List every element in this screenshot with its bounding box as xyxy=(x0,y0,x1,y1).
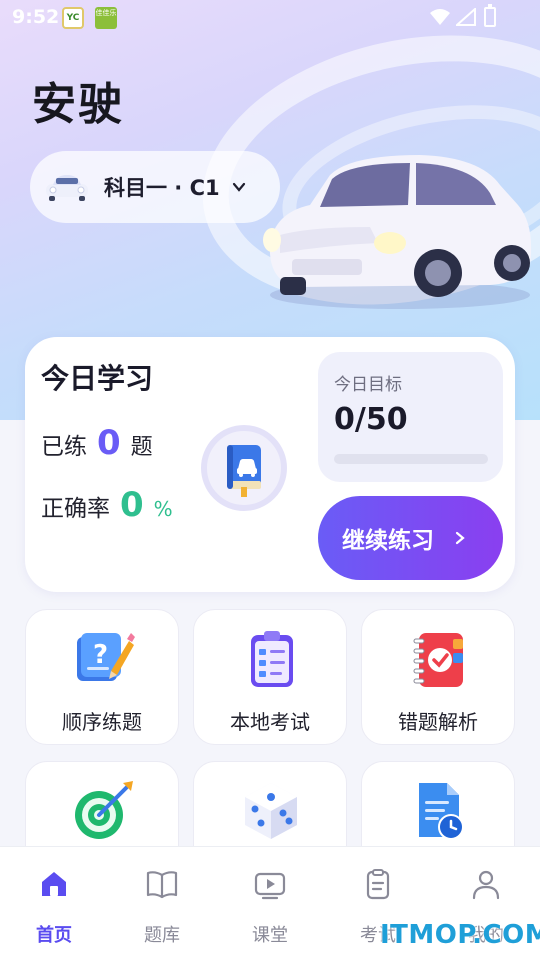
practiced-value: 0 xyxy=(97,423,121,463)
goal-label: 今日目标 xyxy=(334,375,402,395)
status-bar: 9:52 YC 佳佳乐 xyxy=(0,0,540,36)
tile-label: 错题解析 xyxy=(398,710,478,734)
continue-practice-button[interactable]: 继续练习 xyxy=(318,496,503,580)
status-time: 9:52 xyxy=(12,6,60,28)
daily-goal-box: 今日目标 0/50 xyxy=(318,352,503,482)
practiced-unit: 题 xyxy=(130,435,153,460)
video-icon xyxy=(254,872,286,900)
watermark: ITMOP.COM xyxy=(380,920,540,950)
tile-wrong-answers[interactable]: 错题解析 xyxy=(361,609,515,745)
accuracy-value: 0 xyxy=(120,485,144,525)
chevron-down-icon xyxy=(232,182,245,192)
clipboard-checklist-icon xyxy=(251,631,293,687)
user-icon xyxy=(472,870,500,900)
tile-local-exam[interactable]: 本地考试 xyxy=(193,609,347,745)
goal-value: 0/50 xyxy=(334,402,408,437)
wifi-icon xyxy=(430,9,450,25)
home-icon xyxy=(42,872,66,896)
notification-app-icon: YC xyxy=(62,7,84,29)
subject-label: 科目一 · C1 xyxy=(104,176,220,200)
study-book-badge xyxy=(201,425,287,511)
app-title: 安驶 xyxy=(32,79,124,130)
accuracy-unit: % xyxy=(153,497,173,521)
signal-icon xyxy=(456,8,476,26)
battery-icon xyxy=(484,4,496,27)
tile-label: 本地考试 xyxy=(230,710,310,734)
car-book-icon xyxy=(227,445,261,497)
target-arrow-icon xyxy=(75,781,133,839)
pencil-quiz-icon: ? xyxy=(77,633,135,681)
dice-icon xyxy=(245,783,297,839)
nav-home[interactable]: 首页 xyxy=(0,847,108,960)
car-icon xyxy=(46,175,88,201)
nav-question-bank[interactable]: 题库 xyxy=(108,847,216,960)
today-title: 今日学习 xyxy=(41,362,154,395)
nav-label: 首页 xyxy=(36,925,72,946)
red-notebook-icon xyxy=(413,633,463,687)
practiced-label: 已练 xyxy=(41,434,87,460)
chevron-right-icon xyxy=(455,531,465,545)
tile-label: 顺序练题 xyxy=(62,710,142,734)
tile-sequential-practice[interactable]: ? 顺序练题 xyxy=(25,609,179,745)
goal-progress-bar xyxy=(334,454,488,464)
accuracy-stat: 正确率 0 % xyxy=(41,485,173,525)
document-clock-icon xyxy=(419,783,464,840)
today-study-card: 今日学习 已练 0 题 正确率 0 % 今日目标 0/50 继续练习 xyxy=(25,337,515,592)
car-illustration xyxy=(263,155,532,309)
subject-selector[interactable]: 科目一 · C1 xyxy=(30,151,280,223)
nav-label: 题库 xyxy=(144,925,180,946)
practiced-stat: 已练 0 题 xyxy=(41,423,153,463)
nav-label: 课堂 xyxy=(252,925,288,946)
notification-app-icon-2: 佳佳乐 xyxy=(95,7,117,29)
exam-clipboard-icon xyxy=(366,869,390,900)
book-icon xyxy=(146,871,178,899)
svg-text:?: ? xyxy=(93,640,108,670)
nav-classroom[interactable]: 课堂 xyxy=(216,847,324,960)
accuracy-label: 正确率 xyxy=(41,496,110,522)
continue-label: 继续练习 xyxy=(342,528,434,554)
